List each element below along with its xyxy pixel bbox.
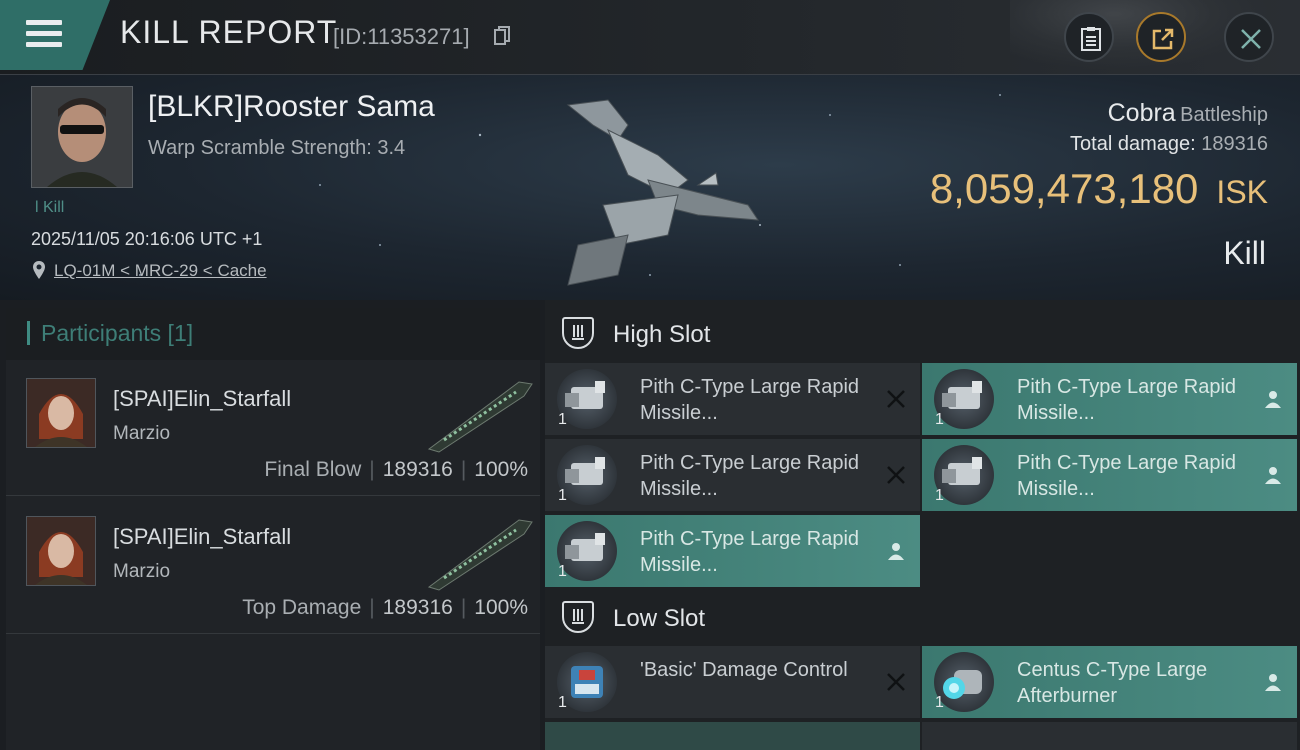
module-quantity: 1: [935, 487, 944, 504]
participant-avatar[interactable]: [26, 516, 96, 586]
participant-name[interactable]: [SPAI]Elin_Starfall: [113, 524, 291, 550]
low-slot-header: Low Slot: [545, 587, 1300, 649]
destroyed-icon: [887, 673, 905, 691]
participant-stats: Top Damage | 189316 | 100%: [242, 596, 528, 619]
participant-role: Top Damage: [242, 596, 362, 619]
close-icon: [1241, 29, 1261, 49]
participant-ship-image: [427, 381, 533, 453]
participants-accent-bar: [27, 321, 30, 345]
ship-class: Battleship: [1180, 104, 1268, 126]
dropped-person-icon: [1265, 467, 1281, 484]
module-name: Pith C-Type Large Rapid Missile...: [1017, 376, 1237, 424]
module-card[interactable]: 1 Pith C-Type Large Rapid Missile...: [922, 439, 1297, 511]
isk-value: 8,059,473,180: [929, 165, 1199, 212]
participant-portrait-image: [27, 379, 95, 447]
ship-render-image: [566, 99, 759, 286]
module-quantity: 1: [558, 563, 567, 580]
low-slot-icon: [562, 601, 594, 633]
share-icon: [1152, 28, 1174, 50]
module-card[interactable]: 1 Centus C-Type Large Afterburner: [922, 646, 1297, 718]
module-quantity: 1: [935, 694, 944, 711]
participant-portrait-image: [27, 517, 95, 585]
total-damage-label: Total damage:: [1070, 133, 1196, 155]
module-card-partial[interactable]: [545, 722, 920, 750]
participants-header: Participants [1]: [6, 308, 540, 360]
module-quantity: 1: [935, 411, 944, 428]
participant-damage: 189316: [382, 458, 453, 481]
module-name: Pith C-Type Large Rapid Missile...: [640, 452, 860, 500]
copy-icon[interactable]: [494, 26, 510, 46]
menu-icon[interactable]: [26, 20, 62, 48]
high-slot-header: High Slot: [545, 303, 1300, 365]
close-button[interactable]: [1224, 12, 1274, 62]
outcome-label: Kill: [1223, 235, 1266, 271]
share-button[interactable]: [1136, 12, 1186, 62]
module-card[interactable]: 1 Pith C-Type Large Rapid Missile...: [545, 515, 920, 587]
report-id: [ID:11353271]: [333, 24, 470, 49]
participant-row[interactable]: [SPAI]Elin_Starfall Marzio Final Blow | 18…: [6, 360, 540, 496]
high-slot-title: High Slot: [613, 321, 711, 348]
module-quantity: 1: [558, 487, 567, 504]
dropped-person-icon: [1265, 674, 1281, 691]
victim-portrait-image: [32, 87, 132, 187]
module-card[interactable]: 1 Pith C-Type Large Rapid Missile...: [545, 439, 920, 511]
ship-info: Cobra Battleship: [1108, 99, 1268, 128]
module-name: Pith C-Type Large Rapid Missile...: [640, 376, 860, 424]
isk-unit: ISK: [1216, 174, 1268, 210]
module-card-partial[interactable]: [922, 722, 1297, 750]
participant-percent: 100%: [474, 596, 528, 619]
module-name: Pith C-Type Large Rapid Missile...: [1017, 452, 1237, 500]
low-slot-title: Low Slot: [613, 605, 706, 632]
participant-corp: Marzio: [113, 423, 171, 444]
kill-count: l Kill: [35, 199, 65, 216]
dropped-person-icon: [888, 543, 904, 560]
kill-location-link[interactable]: LQ-01M < MRC-29 < Cache: [54, 261, 267, 281]
warp-scramble-strength: Warp Scramble Strength: 3.4: [148, 137, 406, 159]
isk-value-block: 8,059,473,180 ISK: [930, 165, 1268, 213]
participant-name[interactable]: [SPAI]Elin_Starfall: [113, 386, 291, 412]
module-quantity: 1: [558, 694, 567, 711]
total-damage: Total damage: 189316: [1070, 133, 1268, 156]
high-slot-icon: [562, 317, 594, 349]
participant-ship-image: [427, 519, 533, 591]
participant-corp: Marzio: [113, 561, 171, 582]
dropped-person-icon: [1265, 391, 1281, 408]
module-quantity: 1: [558, 411, 567, 428]
menu-button[interactable]: [0, 0, 110, 70]
clipboard-button[interactable]: [1064, 12, 1114, 62]
kill-datetime: 2025/11/05 20:16:06 UTC +1: [31, 229, 263, 249]
destroyed-icon: [887, 466, 905, 484]
total-damage-value: 189316: [1201, 133, 1268, 155]
participant-avatar[interactable]: [26, 378, 96, 448]
destroyed-icon: [887, 390, 905, 408]
module-name: Pith C-Type Large Rapid Missile...: [640, 528, 860, 576]
participant-damage: 189316: [382, 596, 453, 619]
participant-percent: 100%: [474, 458, 528, 481]
module-card[interactable]: 1 Pith C-Type Large Rapid Missile...: [922, 363, 1297, 435]
fitting-panel: High Slot 1 Pith C-Type Large Rapid Miss…: [545, 300, 1300, 750]
participants-panel: Participants [1] [SPAI]Elin_Starfall Mar…: [6, 308, 540, 750]
participant-stats: Final Blow | 189316 | 100%: [264, 458, 528, 481]
module-name: 'Basic' Damage Control: [640, 659, 848, 681]
victim-name[interactable]: [BLKR]Rooster Sama: [148, 90, 435, 124]
top-bar: KILL REPORT [ID:11353271]: [0, 0, 1300, 75]
ship-name[interactable]: Cobra: [1108, 99, 1176, 127]
module-card[interactable]: 1 'Basic' Damage Control: [545, 646, 920, 718]
location-pin-icon: [33, 261, 45, 279]
page-title: KILL REPORT: [120, 14, 338, 50]
participants-title: Participants [1]: [41, 320, 194, 346]
clipboard-icon: [1081, 27, 1101, 51]
victim-avatar[interactable]: [31, 86, 133, 188]
module-name: Centus C-Type Large Afterburner: [1017, 659, 1208, 707]
victim-header: [BLKR]Rooster Sama Warp Scramble Strengt…: [0, 75, 1300, 300]
participant-role: Final Blow: [264, 458, 362, 481]
participant-row[interactable]: [SPAI]Elin_Starfall Marzio Top Damage | 18…: [6, 498, 540, 634]
module-card[interactable]: 1 Pith C-Type Large Rapid Missile...: [545, 363, 920, 435]
